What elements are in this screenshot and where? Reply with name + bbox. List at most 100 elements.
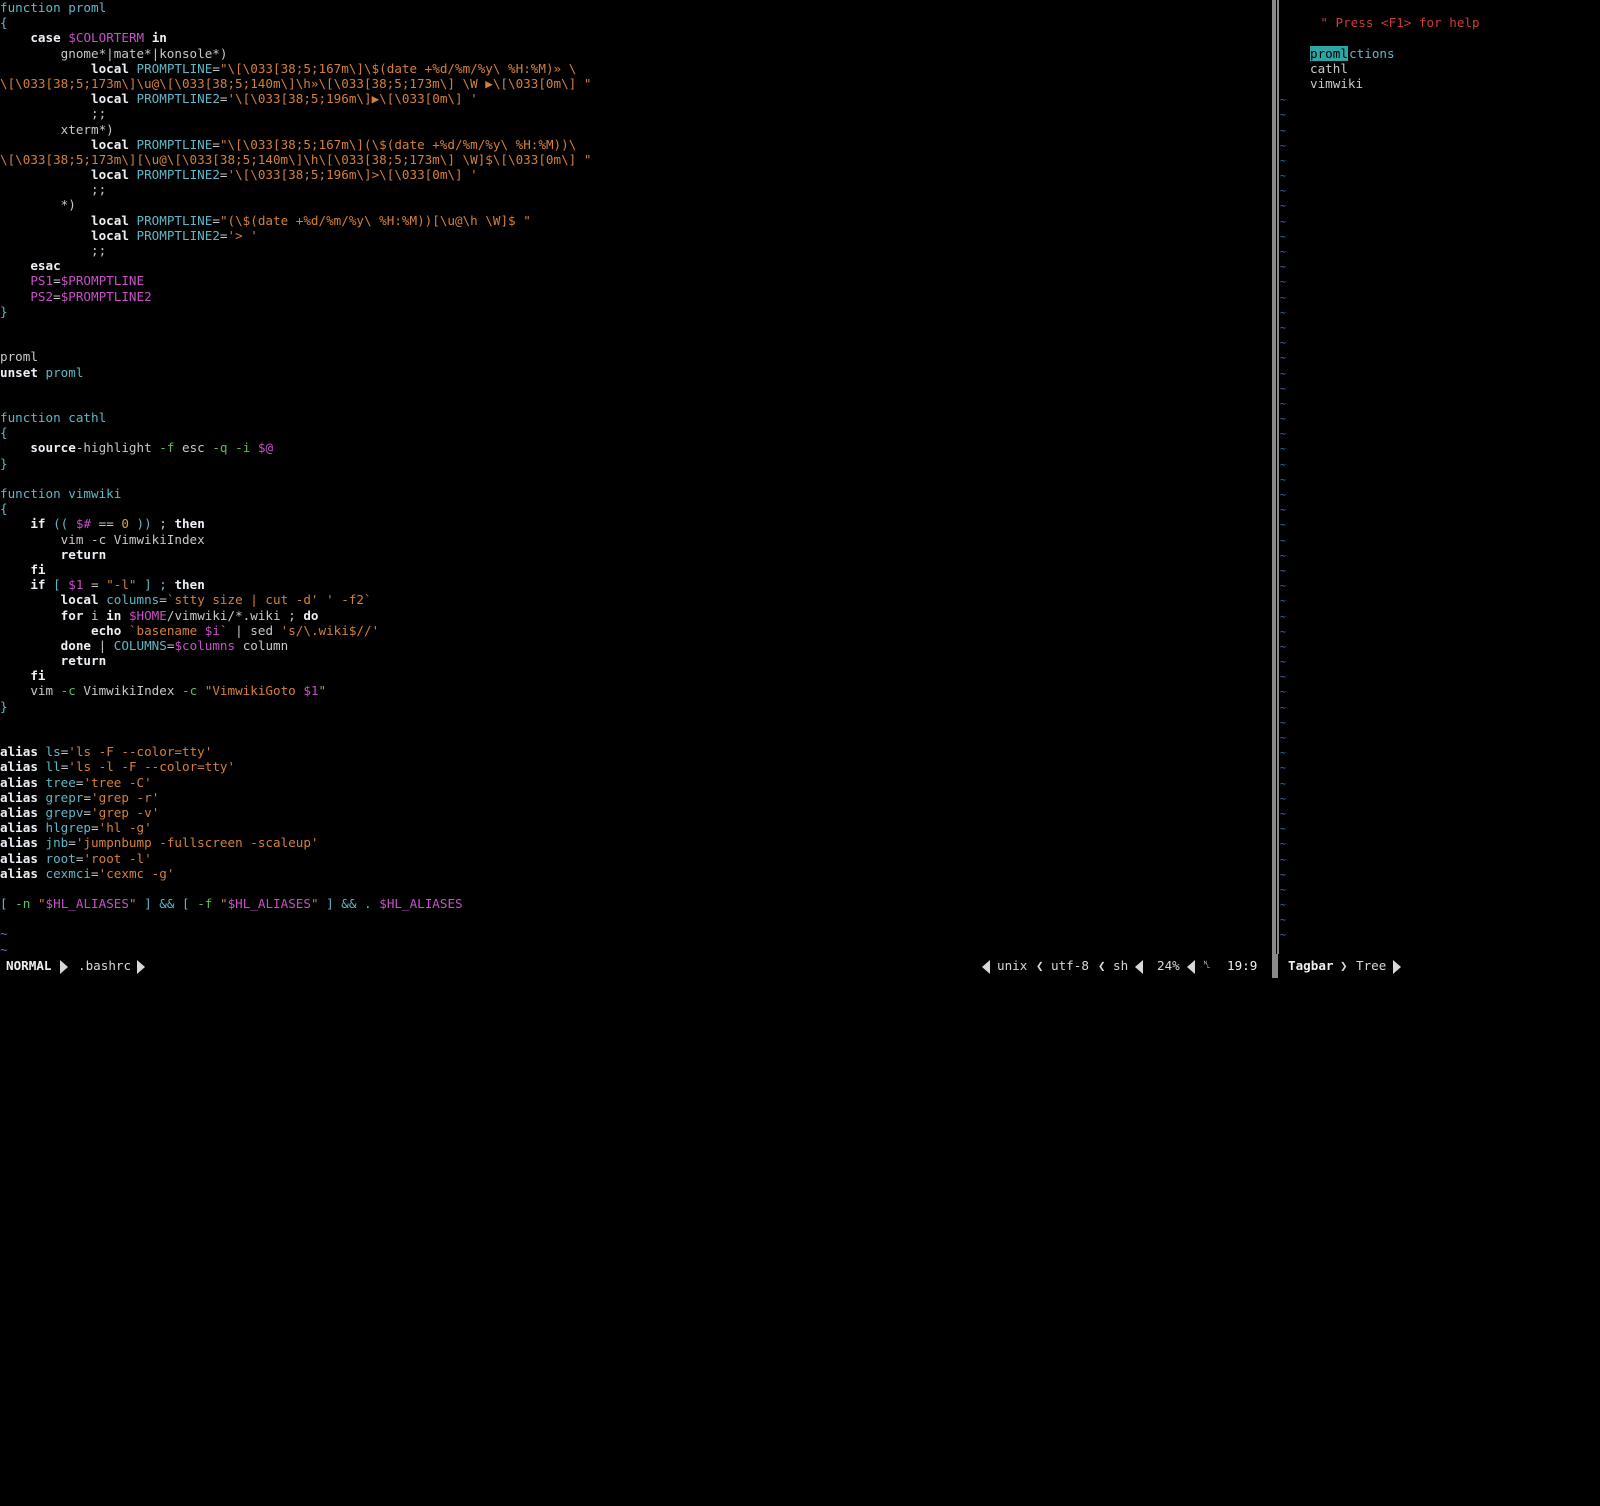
code-line[interactable]: proml xyxy=(0,349,1272,364)
code-token: " xyxy=(219,896,228,912)
code-line[interactable]: alias ll='ls -l -F --color=tty' xyxy=(0,759,1272,774)
code-token: ; xyxy=(151,516,175,532)
code-line[interactable]: fi xyxy=(0,668,1272,683)
code-line[interactable]: local PROMPTLINE2='\[\033[38;5;196m\]>\[… xyxy=(0,167,1272,182)
code-line[interactable]: alias ls='ls -F --color=tty' xyxy=(0,744,1272,759)
tagbar-item[interactable]: vimwiki xyxy=(1280,76,1600,91)
code-line[interactable]: local PROMPTLINE="(\$(date +%d/%m/%y\ %H… xyxy=(0,213,1272,228)
editor-pane[interactable]: function proml{ case $COLORTERM in gnome… xyxy=(0,0,1272,954)
tilde-marker: ~ xyxy=(1280,322,1287,334)
tilde-marker: ~ xyxy=(1280,869,1287,881)
code-line[interactable]: return xyxy=(0,547,1272,562)
code-line[interactable]: \[\033[38;5;173m\]\u@\[\033[38;5;140m\]\… xyxy=(0,76,1272,91)
code-line[interactable]: ;; xyxy=(0,182,1272,197)
tilde-marker: ~ xyxy=(1280,155,1287,167)
tagbar-item[interactable]: cathl xyxy=(1280,61,1600,76)
code-line[interactable]: return xyxy=(0,653,1272,668)
code-line[interactable]: PS1=$PROMPTLINE xyxy=(0,273,1272,288)
code-line[interactable]: alias jnb='jumpnbump -fullscreen -scaleu… xyxy=(0,835,1272,850)
code-line[interactable]: if (( $# == 0 )) ; then xyxy=(0,516,1272,531)
code-token: cexmci xyxy=(45,865,92,881)
tilde-marker: ~ xyxy=(1280,474,1287,486)
tilde-marker: ~ xyxy=(1280,368,1287,380)
code-line[interactable] xyxy=(0,911,1272,926)
code-token: 's/\.wiki$//' xyxy=(280,622,380,638)
code-line[interactable]: function proml xyxy=(0,0,1272,15)
code-line[interactable]: local PROMPTLINE="\[\033[38;5;167m\](\$(… xyxy=(0,137,1272,152)
code-token: | sed xyxy=(227,622,281,638)
empty-line-marker: ~ xyxy=(1280,213,1600,228)
tilde-marker: ~ xyxy=(1280,338,1287,350)
code-line[interactable] xyxy=(0,319,1272,334)
tagbar-item[interactable]: proml xyxy=(1280,45,1600,61)
code-line[interactable] xyxy=(0,714,1272,729)
code-line[interactable]: { xyxy=(0,425,1272,440)
code-line[interactable]: } xyxy=(0,456,1272,471)
code-line[interactable]: done | COLUMNS=$columns column xyxy=(0,638,1272,653)
tagbar-help-line: " Press <F1> for help xyxy=(1280,0,1600,30)
code-line[interactable]: } xyxy=(0,699,1272,714)
code-line[interactable]: local PROMPTLINE2='> ' xyxy=(0,228,1272,243)
code-line[interactable]: alias grepv='grep -v' xyxy=(0,805,1272,820)
code-line[interactable]: { xyxy=(0,501,1272,516)
code-line[interactable] xyxy=(0,729,1272,744)
empty-line-marker: ~ xyxy=(1280,395,1600,410)
tilde-marker: ~ xyxy=(1280,900,1287,912)
code-line[interactable]: local PROMPTLINE2='\[\033[38;5;196m\]▶\[… xyxy=(0,91,1272,106)
code-line[interactable]: ;; xyxy=(0,106,1272,121)
code-line[interactable]: fi xyxy=(0,562,1272,577)
vertical-split-divider[interactable] xyxy=(1272,0,1280,954)
filename-separator-arrow-icon xyxy=(137,954,145,978)
code-token: -q xyxy=(212,440,228,456)
code-line[interactable]: alias tree='tree -C' xyxy=(0,775,1272,790)
code-line[interactable]: vim -c VimwikiIndex xyxy=(0,532,1272,547)
code-token: then xyxy=(174,516,205,532)
code-line[interactable]: ~ xyxy=(0,926,1272,941)
code-token: local xyxy=(91,91,129,107)
code-line[interactable]: PS2=$PROMPTLINE2 xyxy=(0,289,1272,304)
code-line[interactable]: alias root='root -l' xyxy=(0,851,1272,866)
code-line[interactable]: vim -c VimwikiIndex -c "VimwikiGoto $1" xyxy=(0,683,1272,698)
code-line[interactable]: case $COLORTERM in xyxy=(0,30,1272,45)
code-line[interactable]: \[\033[38;5;173m\][\u@\[\033[38;5;140m\]… xyxy=(0,152,1272,167)
code-token: unset xyxy=(0,364,38,380)
code-token: alias xyxy=(0,804,38,820)
code-line[interactable]: gnome*|mate*|konsole*) xyxy=(0,46,1272,61)
code-line[interactable] xyxy=(0,380,1272,395)
code-line[interactable]: alias grepr='grep -r' xyxy=(0,790,1272,805)
tagbar-plugin-name: Tagbar xyxy=(1288,958,1334,973)
code-line[interactable]: unset proml xyxy=(0,365,1272,380)
code-line[interactable]: [ -n "$HL_ALIASES" ] && [ -f "$HL_ALIASE… xyxy=(0,896,1272,911)
code-line[interactable]: ;; xyxy=(0,243,1272,258)
code-line[interactable]: for i in $HOME/vimwiki/*.wiki ; do xyxy=(0,608,1272,623)
code-line[interactable]: alias hlgrep='hl -g' xyxy=(0,820,1272,835)
empty-line-marker: ~ xyxy=(1280,334,1600,349)
code-line[interactable]: function vimwiki xyxy=(0,486,1272,501)
code-token: = xyxy=(91,820,99,836)
code-line[interactable]: ~ xyxy=(0,942,1272,954)
code-line[interactable] xyxy=(0,395,1272,410)
code-line[interactable] xyxy=(0,881,1272,896)
filename: .bashrc xyxy=(78,958,132,973)
code-line[interactable]: xterm*) xyxy=(0,122,1272,137)
code-line[interactable]: source-highlight -f esc -q -i $@ xyxy=(0,440,1272,455)
code-line[interactable]: if [ $1 = "-l" ] ; then xyxy=(0,577,1272,592)
code-line[interactable]: function cathl xyxy=(0,410,1272,425)
code-token: "-l" xyxy=(106,577,137,593)
code-token: 'cexmc -g' xyxy=(98,865,175,881)
code-token: $# xyxy=(75,516,92,532)
code-line[interactable]: esac xyxy=(0,258,1272,273)
code-token: in xyxy=(144,30,167,46)
code-line[interactable]: { xyxy=(0,15,1272,30)
code-line[interactable]: local columns=`stty size | cut -d' ' -f2… xyxy=(0,592,1272,607)
code-line[interactable]: alias cexmci='cexmc -g' xyxy=(0,866,1272,881)
code-line[interactable] xyxy=(0,471,1272,486)
code-line[interactable]: local PROMPTLINE="\[\033[38;5;167m\]\$(d… xyxy=(0,61,1272,76)
code-line[interactable]: *) xyxy=(0,197,1272,212)
code-line[interactable] xyxy=(0,334,1272,349)
tagbar-pane[interactable]: " Press <F1> for help -functions promlca… xyxy=(1280,0,1600,954)
tagbar-kind-functions[interactable]: -functions xyxy=(1280,30,1600,61)
code-line[interactable]: echo `basename $i` | sed 's/\.wiki$//' xyxy=(0,623,1272,638)
code-line[interactable]: } xyxy=(0,304,1272,319)
